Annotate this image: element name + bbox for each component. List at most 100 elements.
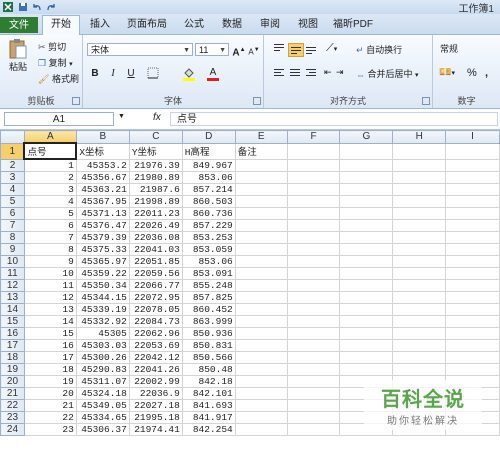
cell[interactable]: 22036.9 (128, 387, 183, 400)
cell[interactable] (286, 399, 341, 412)
row-header[interactable]: 8 (0, 231, 25, 244)
cell[interactable] (339, 183, 394, 196)
cell[interactable] (339, 315, 394, 328)
cell[interactable]: 853.06 (181, 171, 236, 184)
cell[interactable]: 2 (23, 171, 77, 184)
tab-foxit-pdf[interactable]: 福昕PDF (328, 16, 378, 33)
cell[interactable] (445, 207, 500, 220)
cell[interactable] (286, 195, 341, 208)
cell[interactable]: 22059.56 (128, 267, 183, 280)
cell[interactable] (234, 243, 288, 256)
tab-page-layout[interactable]: 页面布局 (122, 16, 172, 33)
cell[interactable] (445, 142, 500, 160)
cell[interactable] (339, 363, 394, 376)
cell[interactable] (286, 231, 341, 244)
cell[interactable] (339, 327, 394, 340)
insert-function-button[interactable]: fx (153, 112, 161, 123)
italic-button[interactable]: I (105, 67, 121, 81)
cell[interactable] (286, 219, 341, 232)
cell[interactable]: 22026.49 (128, 219, 183, 232)
cell[interactable] (286, 411, 341, 424)
increase-indent-button[interactable]: ⇥ (336, 67, 344, 78)
cell[interactable]: 21974.41 (128, 423, 183, 436)
align-top-button[interactable] (272, 43, 286, 55)
cell[interactable] (392, 315, 447, 328)
formula-input[interactable]: 点号 (170, 112, 498, 126)
cell[interactable] (234, 255, 288, 268)
row-header[interactable]: 20 (0, 375, 25, 388)
cut-button[interactable]: ✂ 剪切 (38, 40, 66, 53)
cell[interactable]: 842.254 (181, 423, 236, 436)
row-header[interactable]: 9 (0, 243, 25, 256)
cell[interactable]: 21976.39 (128, 158, 183, 172)
tab-review[interactable]: 审阅 (252, 16, 288, 33)
row-header[interactable]: 7 (0, 219, 25, 232)
name-box[interactable]: A1 (4, 112, 114, 126)
accounting-format-button[interactable]: 💴▾ (439, 67, 455, 78)
cell[interactable] (286, 387, 341, 400)
row-header[interactable]: 15 (0, 315, 25, 328)
cell[interactable] (339, 279, 394, 292)
column-header-h[interactable]: H (392, 130, 447, 144)
cell[interactable] (339, 339, 394, 352)
cell[interactable] (234, 195, 288, 208)
cell[interactable] (234, 303, 288, 316)
cell[interactable]: 22066.77 (128, 279, 183, 292)
cell[interactable] (392, 351, 447, 364)
percent-style-button[interactable]: % (467, 67, 477, 79)
cell[interactable] (234, 327, 288, 340)
tab-formulas[interactable]: 公式 (176, 16, 212, 33)
cell[interactable] (234, 375, 288, 388)
row-header[interactable]: 12 (0, 279, 25, 292)
cell[interactable] (234, 411, 288, 424)
cell[interactable]: 45365.97 (75, 255, 130, 268)
cell[interactable] (392, 279, 447, 292)
cell[interactable]: 22062.96 (128, 327, 183, 340)
cell[interactable]: 8 (23, 243, 77, 256)
cell[interactable]: 860.736 (181, 207, 236, 220)
cell[interactable] (339, 303, 394, 316)
cell[interactable]: 3 (23, 183, 77, 196)
cell[interactable] (445, 327, 500, 340)
cell[interactable] (339, 267, 394, 280)
cell[interactable]: 45290.83 (75, 363, 130, 376)
cell[interactable]: X坐标 (75, 142, 130, 160)
cell[interactable] (286, 327, 341, 340)
cell[interactable] (286, 315, 341, 328)
cell[interactable] (392, 243, 447, 256)
cell[interactable] (392, 158, 447, 172)
column-header-a[interactable]: A (23, 130, 77, 144)
font-name-select[interactable]: 宋体 ▼ (87, 43, 193, 56)
cell[interactable] (234, 267, 288, 280)
row-header[interactable]: 11 (0, 267, 25, 280)
underline-button[interactable]: U (123, 67, 139, 81)
tab-view[interactable]: 视图 (290, 16, 326, 33)
cell[interactable]: 45332.92 (75, 315, 130, 328)
cell[interactable] (234, 158, 288, 172)
row-header[interactable]: 3 (0, 171, 25, 184)
cell[interactable]: 5 (23, 207, 77, 220)
cell[interactable] (286, 363, 341, 376)
cell[interactable]: 备注 (234, 142, 288, 160)
cell[interactable] (445, 255, 500, 268)
cell[interactable] (445, 219, 500, 232)
align-middle-button[interactable] (288, 43, 304, 57)
cell[interactable] (445, 158, 500, 172)
cell[interactable] (286, 267, 341, 280)
row-header[interactable]: 18 (0, 351, 25, 364)
cell[interactable]: 45349.05 (75, 399, 130, 412)
cell[interactable] (392, 363, 447, 376)
cell[interactable] (286, 375, 341, 388)
cell[interactable] (234, 207, 288, 220)
shrink-font-button[interactable]: A▼ (246, 43, 262, 57)
cell[interactable]: 22 (23, 411, 77, 424)
cell[interactable] (392, 231, 447, 244)
cell[interactable] (286, 303, 341, 316)
cell[interactable]: 12 (23, 291, 77, 304)
cell[interactable]: 16 (23, 339, 77, 352)
merge-center-button[interactable]: ⇔ 合并后居中 ▾ (356, 67, 419, 80)
cell[interactable] (286, 183, 341, 196)
cell[interactable] (339, 142, 394, 160)
cell[interactable] (339, 158, 394, 172)
undo-icon[interactable] (32, 2, 42, 12)
